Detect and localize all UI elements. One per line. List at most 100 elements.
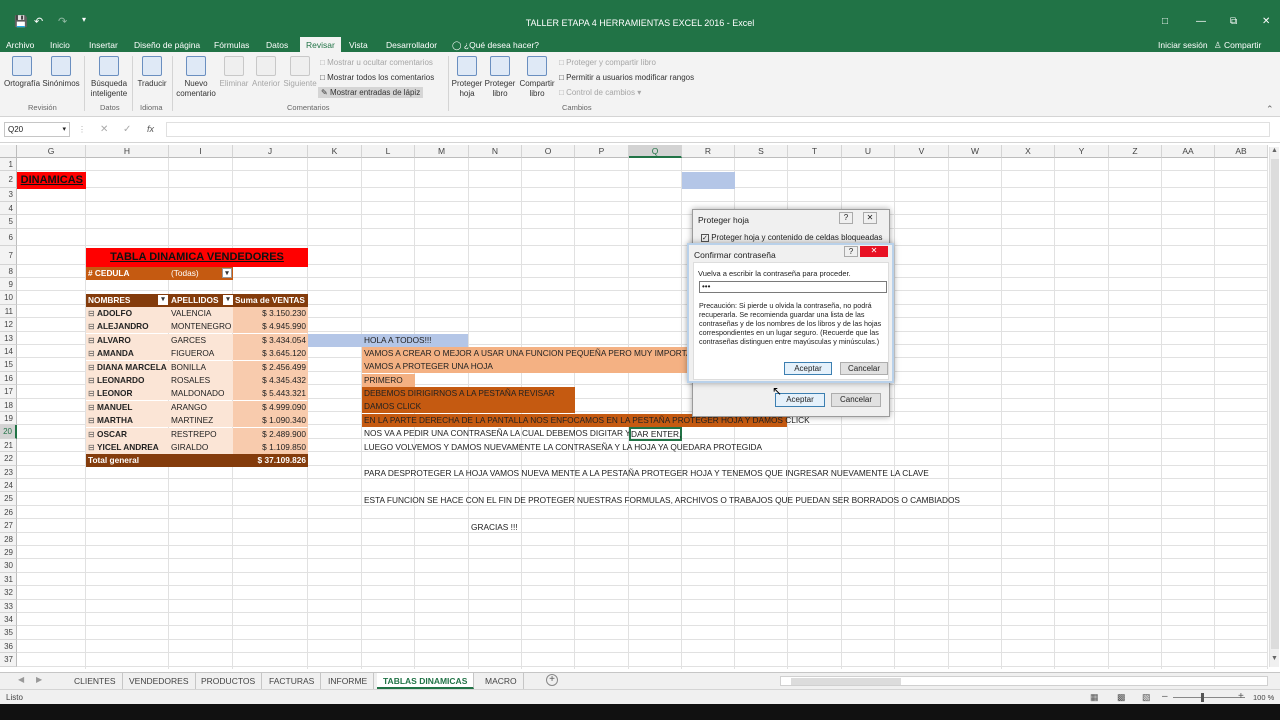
zoom-in-icon[interactable]: +: [1238, 691, 1244, 702]
row-header[interactable]: 18: [0, 398, 17, 412]
filter-dropdown-icon[interactable]: ▾: [223, 295, 233, 305]
collapse-icon[interactable]: ⊟: [88, 428, 95, 441]
row-header[interactable]: 7: [0, 245, 17, 265]
note-r18[interactable]: DAMOS CLICK: [362, 400, 421, 413]
protect-sheet-checkbox[interactable]: ✓ Proteger hoja y contenido de celdas bl…: [701, 233, 882, 242]
tab-diseno[interactable]: Diseño de página: [134, 40, 200, 50]
column-header[interactable]: R: [682, 145, 735, 158]
cedula-filter-row[interactable]: # CEDULA (Todas) ▾: [86, 267, 233, 280]
row-header[interactable]: 10: [0, 291, 17, 305]
share-workbook-button[interactable]: Compartir libro: [518, 56, 556, 99]
column-header[interactable]: Y: [1055, 145, 1109, 158]
enter-icon[interactable]: ✓: [123, 124, 131, 135]
protect-share-button[interactable]: □ Proteger y compartir libro: [559, 58, 656, 67]
tab-vista[interactable]: Vista: [349, 40, 368, 50]
track-changes-button[interactable]: □ Control de cambios ▾: [559, 88, 641, 97]
chevron-down-icon[interactable]: ▾: [62, 125, 66, 133]
column-header[interactable]: S: [735, 145, 788, 158]
column-header[interactable]: Q: [629, 145, 682, 158]
sheet-tab-facturas[interactable]: FACTURAS: [263, 673, 322, 689]
collapse-icon[interactable]: ⊟: [88, 334, 95, 347]
row-header[interactable]: 15: [0, 358, 17, 372]
column-header[interactable]: Z: [1109, 145, 1162, 158]
scroll-right-icon[interactable]: ▶: [36, 675, 42, 684]
help-icon[interactable]: ?: [839, 212, 853, 224]
sheet-tab-macro[interactable]: MACRO: [479, 673, 524, 689]
collapse-icon[interactable]: ⊟: [88, 320, 95, 333]
close-icon[interactable]: ✕: [863, 212, 877, 224]
name-box[interactable]: Q20 ▾: [4, 122, 70, 137]
column-header[interactable]: AA: [1162, 145, 1215, 158]
previous-comment-button[interactable]: Anterior: [250, 56, 282, 89]
select-all-corner[interactable]: [0, 145, 17, 158]
note-r23[interactable]: PARA DESPROTEGER LA HOJA VAMOS NUEVA MEN…: [362, 467, 929, 480]
translate-button[interactable]: Traducir: [134, 56, 170, 89]
page-layout-view-icon[interactable]: ▩: [1117, 692, 1126, 703]
zoom-out-icon[interactable]: –: [1162, 691, 1168, 702]
share-button[interactable]: ♙ Compartir: [1214, 40, 1261, 51]
note-r13[interactable]: HOLA A TODOS!!!: [362, 334, 431, 347]
tab-insertar[interactable]: Insertar: [89, 40, 118, 50]
formula-input[interactable]: [166, 122, 1270, 137]
row-header[interactable]: 12: [0, 318, 17, 332]
row-header[interactable]: 9: [0, 278, 17, 292]
cancel-icon[interactable]: ✕: [100, 124, 108, 135]
row-header[interactable]: 27: [0, 519, 17, 533]
row-header[interactable]: 3: [0, 188, 17, 202]
add-sheet-icon[interactable]: +: [546, 674, 558, 686]
show-ink-button[interactable]: ✎ Mostrar entradas de lápiz: [318, 87, 424, 98]
smart-lookup-button[interactable]: Búsqueda inteligente: [88, 56, 130, 99]
show-all-comments-button[interactable]: □ Mostrar todos los comentarios: [320, 73, 434, 82]
collapse-icon[interactable]: ⊟: [88, 387, 95, 400]
table-row[interactable]: ⊟ LEONARDO ROSALES $ 4.345.432: [86, 374, 308, 387]
zoom-slider[interactable]: [1173, 697, 1245, 698]
allow-edit-ranges-button[interactable]: □ Permitir a usuarios modificar rangos: [559, 73, 694, 82]
sheet-tab-informe[interactable]: INFORME: [322, 673, 375, 689]
protect-cancel-button[interactable]: Cancelar: [831, 393, 881, 407]
column-header[interactable]: V: [895, 145, 949, 158]
row-header[interactable]: 36: [0, 639, 17, 654]
row-header[interactable]: 23: [0, 465, 17, 479]
collapse-icon[interactable]: ⊟: [88, 307, 95, 320]
collapse-icon[interactable]: ⊟: [88, 347, 95, 360]
row-header[interactable]: 34: [0, 613, 17, 627]
row-header[interactable]: 20: [0, 425, 17, 439]
row-header[interactable]: 13: [0, 331, 17, 345]
row-header[interactable]: 1: [0, 158, 17, 172]
scroll-left-icon[interactable]: ◀: [18, 675, 24, 684]
note-r14[interactable]: VAMOS A CREAR O MEJOR A USAR UNA FUNCION…: [362, 347, 688, 360]
column-header[interactable]: I: [169, 145, 233, 158]
sheet-tab-vendedores[interactable]: VENDEDORES: [123, 673, 196, 689]
sheet-tab-clientes[interactable]: CLIENTES: [68, 673, 123, 689]
sheet-tab-tablas-dinamicas[interactable]: TABLAS DINAMICAS: [377, 673, 475, 689]
row-header[interactable]: 4: [0, 201, 17, 216]
row-header[interactable]: 32: [0, 586, 17, 600]
table-row[interactable]: ⊟ ALVARO GARCES $ 3.434.054: [86, 333, 308, 347]
tab-formulas[interactable]: Fórmulas: [214, 40, 249, 50]
column-header[interactable]: J: [233, 145, 308, 158]
confirm-cancel-button[interactable]: Cancelar: [840, 362, 888, 375]
spreadsheet-grid[interactable]: G H I J K L M N O P Q R S T U V W X Y Z AA AB 1 2 3 4 5 6 7 8 9 10 11 12…: [0, 145, 1268, 669]
column-header[interactable]: O: [522, 145, 575, 158]
scroll-up-icon[interactable]: ▲: [1271, 147, 1278, 154]
collapse-ribbon-icon[interactable]: ⌃: [1266, 104, 1274, 115]
filter-dropdown-icon[interactable]: ▾: [222, 268, 232, 278]
collapse-icon[interactable]: ⊟: [88, 441, 95, 454]
row-header[interactable]: 17: [0, 385, 17, 399]
row-header[interactable]: 11: [0, 304, 17, 319]
row-header[interactable]: 21: [0, 438, 17, 453]
row-header[interactable]: 6: [0, 228, 17, 246]
tab-inicio[interactable]: Inicio: [50, 40, 70, 50]
column-header[interactable]: U: [842, 145, 895, 158]
note-r27[interactable]: GRACIAS !!!: [469, 521, 518, 534]
dinamicas-banner[interactable]: DINAMICAS: [17, 172, 86, 189]
vertical-scrollbar[interactable]: ▲ ▼: [1269, 147, 1279, 667]
note-r15[interactable]: VAMOS A PROTEGER UNA HOJA: [362, 360, 493, 373]
row-header[interactable]: 25: [0, 492, 17, 506]
delete-comment-button[interactable]: Eliminar: [218, 56, 250, 89]
zoom-slider-thumb[interactable]: [1201, 693, 1204, 702]
collapse-icon[interactable]: ⊟: [88, 414, 95, 427]
protect-sheet-button[interactable]: Proteger hoja: [451, 56, 483, 99]
column-header[interactable]: H: [86, 145, 169, 158]
normal-view-icon[interactable]: ▦: [1090, 692, 1099, 703]
